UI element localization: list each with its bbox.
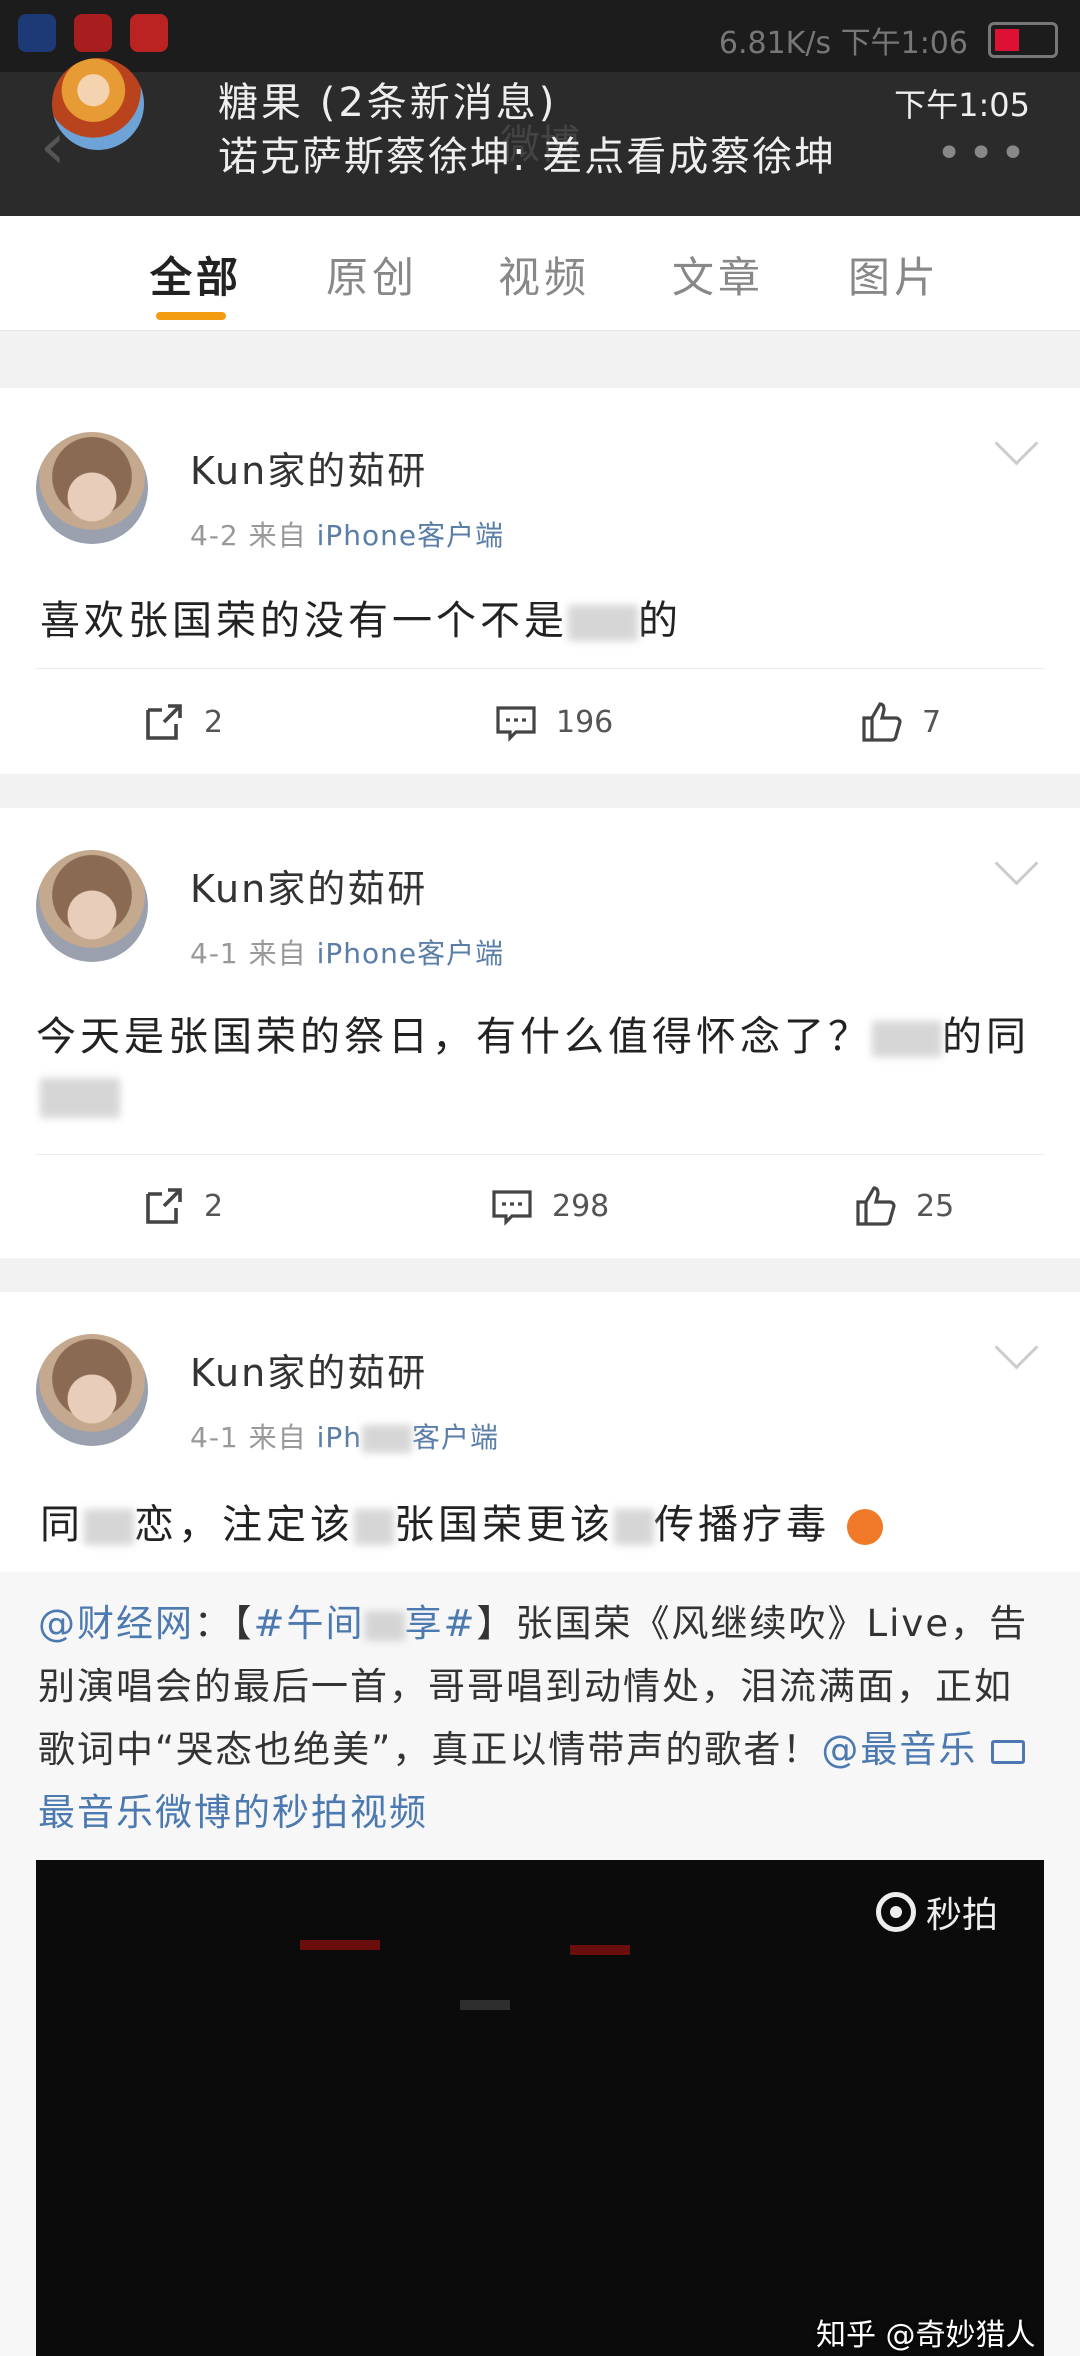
like-count: 7 — [922, 704, 942, 740]
post-text-main: 喜欢张国荣的没有一个不是 — [40, 598, 568, 644]
blurred-text — [614, 1509, 654, 1545]
post-card[interactable]: Kun家的茹研 4-2 来自 iPhone客户端 喜欢张国荣的没有一个不是 的 2… — [0, 388, 1080, 774]
blurred-text — [40, 1078, 120, 1118]
post-text-tail: 的同 — [942, 1014, 1030, 1060]
chevron-down-icon[interactable] — [994, 421, 1039, 466]
post-source[interactable]: iPhone客户端 — [317, 519, 505, 552]
post-source-prefix: 来自 — [248, 519, 307, 552]
battery-icon — [988, 22, 1058, 58]
post-text-b: 恋，注定该 — [134, 1502, 354, 1548]
more-options-icon[interactable]: ••• — [936, 128, 1032, 179]
comment-count: 298 — [552, 1188, 610, 1224]
mention-link[interactable]: @最音乐 — [821, 1728, 977, 1771]
post-text[interactable]: 同 恋，注定该 张国荣更该 传播疗毒 — [40, 1492, 883, 1550]
mention-link[interactable]: @财经网 — [38, 1602, 194, 1645]
thumbs-up-icon — [856, 1186, 896, 1226]
post-text-main: 今天是张国荣的祭日，有什么值得怀念了？ — [36, 1014, 872, 1060]
like-button[interactable]: 25 — [852, 1182, 954, 1230]
tab-all[interactable]: 全部 — [150, 244, 242, 305]
post-meta: 4-1 来自 iPh 客户端 — [190, 1416, 499, 1456]
miaopai-badge: 秒拍 — [876, 1886, 998, 1938]
emoji-icon — [846, 1509, 883, 1545]
post-card[interactable]: Kun家的茹研 4-1 来自 iPh 客户端 同 恋，注定该 张国荣更该 传播疗毒 — [0, 1292, 1080, 1572]
post-text-tail: 的 — [638, 598, 682, 644]
comment-count: 196 — [556, 704, 614, 740]
miaopai-icon — [876, 1892, 916, 1932]
video-link-label: 最音乐微博的秒拍视频 — [38, 1791, 428, 1834]
post-meta: 4-1 来自 iPhone客户端 — [190, 932, 504, 972]
post-username[interactable]: Kun家的茹研 — [190, 440, 427, 495]
status-icons-left — [18, 14, 168, 52]
shield-app-icon — [18, 14, 56, 52]
post-text[interactable]: 今天是张国荣的祭日，有什么值得怀念了？ 的同 — [36, 1004, 1030, 1062]
post-source[interactable]: iPh — [317, 1421, 362, 1454]
status-right-text: 6.81K/s 下午1:06 — [718, 26, 968, 61]
miaopai-label: 秒拍 — [926, 1895, 999, 1936]
active-tab-indicator — [156, 312, 226, 320]
comment-button[interactable]: 298 — [488, 1182, 609, 1230]
status-bar: 6.81K/s 下午1:06 — [0, 0, 1080, 72]
blurred-text — [364, 1610, 405, 1641]
tab-video[interactable]: 视频 — [498, 244, 590, 305]
video-frame-detail — [300, 1940, 380, 1950]
comment-icon — [496, 706, 536, 742]
divider — [36, 1154, 1044, 1155]
post-username[interactable]: Kun家的茹研 — [190, 1342, 427, 1397]
post-source-tail: 客户端 — [411, 1421, 499, 1454]
share-count: 2 — [204, 1188, 224, 1224]
repost-text[interactable]: @财经网：【#午间 享#】张国荣《风继续吹》Live，告别演唱会的最后一首，哥哥唱… — [38, 1592, 1048, 1844]
avatar[interactable] — [36, 850, 148, 962]
watermark: 知乎 @奇妙猎人 — [816, 2318, 1036, 2353]
thumbs-up-icon — [862, 702, 902, 742]
post-card[interactable]: Kun家的茹研 4-1 来自 iPhone客户端 今天是张国荣的祭日，有什么值得… — [0, 808, 1080, 1258]
avatar[interactable] — [36, 432, 148, 544]
tab-images[interactable]: 图片 — [848, 244, 940, 305]
message-app-icon — [130, 14, 168, 52]
post-date: 4-1 — [190, 937, 239, 970]
tab-article[interactable]: 文章 — [672, 244, 764, 305]
repost-sep: ：【 — [194, 1602, 254, 1645]
notification-message: 诺克萨斯蔡徐坤: 差点看成蔡徐坤 — [218, 134, 837, 180]
video-frame-detail — [570, 1945, 630, 1955]
share-button[interactable]: 2 — [140, 698, 223, 746]
video-camera-icon — [991, 1739, 1026, 1764]
blurred-text — [354, 1509, 394, 1545]
post-source-prefix: 来自 — [248, 1421, 307, 1454]
notification-title: 糖果 (2条新消息) — [218, 80, 558, 126]
tab-original[interactable]: 原创 — [326, 244, 418, 305]
post-date: 4-1 — [190, 1421, 239, 1454]
avatar[interactable] — [36, 1334, 148, 1446]
share-button[interactable]: 2 — [140, 1182, 223, 1230]
chevron-down-icon[interactable] — [994, 841, 1039, 886]
post-source-prefix: 来自 — [248, 937, 307, 970]
hashtag-link[interactable]: #午间 — [254, 1602, 365, 1645]
post-text-a: 同 — [40, 1502, 84, 1548]
share-icon — [146, 1188, 182, 1224]
comment-icon — [492, 1190, 532, 1226]
blurred-text — [361, 1425, 412, 1453]
status-icons-right: 6.81K/s 下午1:06 — [719, 18, 1058, 62]
divider — [36, 668, 1044, 669]
notification-time: 下午1:05 — [894, 86, 1030, 124]
video-frame-detail — [460, 2000, 510, 2010]
post-text[interactable]: 喜欢张国荣的没有一个不是 的 — [40, 588, 682, 646]
post-text-c: 张国荣更该 — [394, 1502, 614, 1548]
post-date: 4-2 — [190, 519, 239, 552]
share-icon — [146, 704, 182, 740]
post-username[interactable]: Kun家的茹研 — [190, 858, 427, 913]
weibo-app-icon — [74, 14, 112, 52]
chevron-down-icon[interactable] — [994, 1325, 1039, 1370]
like-count: 25 — [916, 1188, 955, 1224]
comment-button[interactable]: 196 — [492, 698, 613, 746]
post-text-d: 传播疗毒 — [654, 1502, 830, 1548]
blurred-text — [84, 1509, 134, 1545]
hashtag-link-tail[interactable]: 享# — [405, 1602, 477, 1645]
notification-avatar — [52, 58, 144, 150]
post-source[interactable]: iPhone客户端 — [317, 937, 505, 970]
post-meta: 4-2 来自 iPhone客户端 — [190, 514, 504, 554]
share-count: 2 — [204, 704, 224, 740]
like-button[interactable]: 7 — [858, 698, 941, 746]
blurred-text — [872, 1021, 942, 1057]
blurred-text — [568, 605, 638, 641]
